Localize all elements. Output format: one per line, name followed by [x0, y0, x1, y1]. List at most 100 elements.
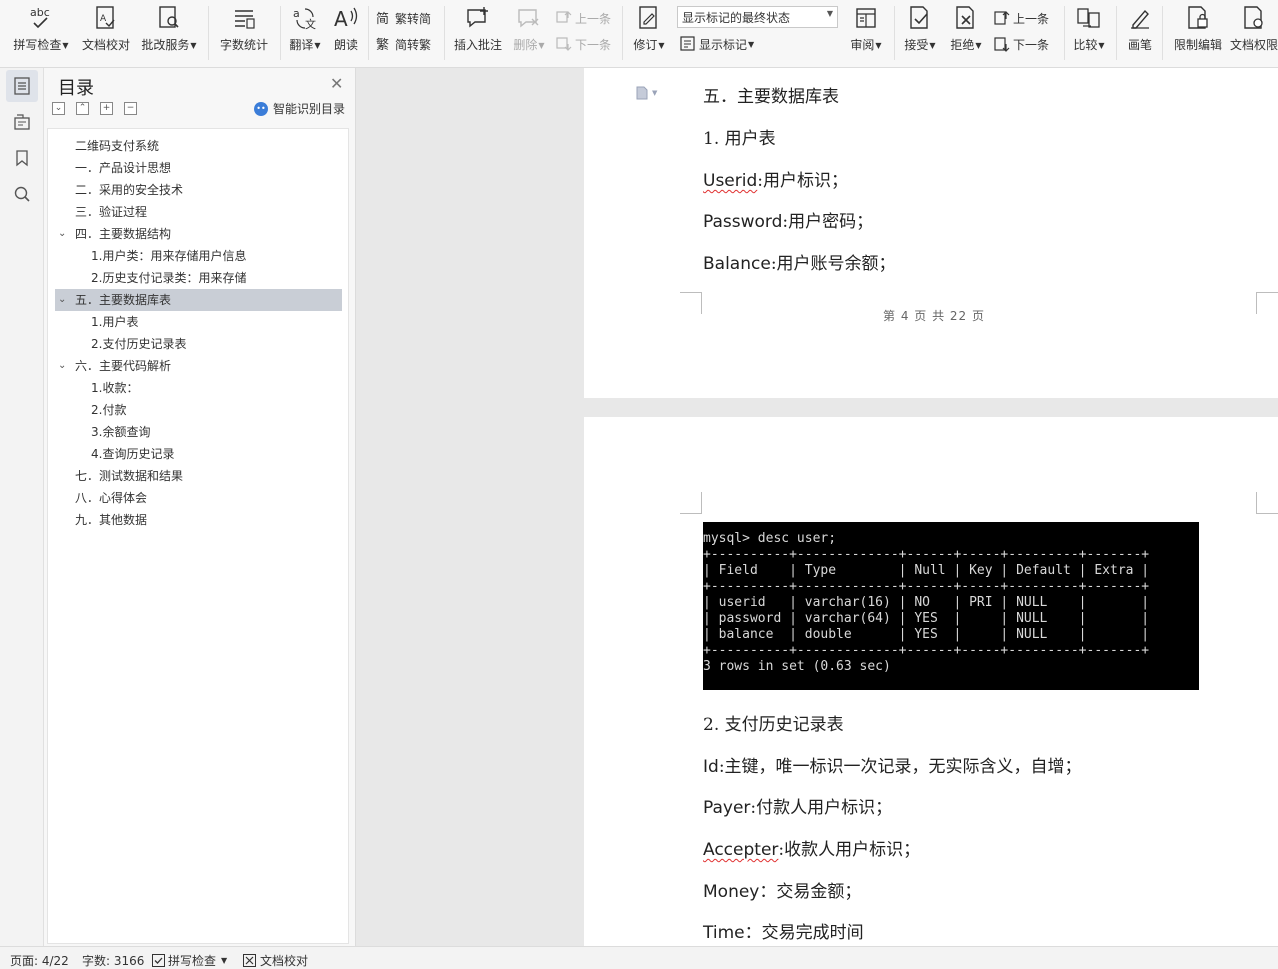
word-count-icon — [230, 4, 258, 32]
toc-item[interactable]: 1.收款： — [48, 377, 348, 399]
markup-state-value: 显示标记的最终状态 — [682, 11, 791, 25]
prev-change-button[interactable]: 上一条 — [994, 8, 1049, 28]
field-name: Time — [703, 923, 745, 943]
pen-label: 画笔 — [1127, 38, 1152, 52]
compare-button[interactable]: 比较▼ — [1070, 4, 1108, 58]
spell-check-button[interactable]: abc 拼写检查▼ — [10, 4, 72, 58]
markup-state-select[interactable]: 显示标记的最终状态 ▼ — [677, 6, 838, 28]
toc-list: 二维码支付系统 一．产品设计思想 二．采用的安全技术 三．验证过程 ⌄ 四．主要数据结构 1… — [47, 128, 349, 944]
chevron-down-icon[interactable]: ⌄ — [58, 355, 66, 377]
subheading: 2. 支付历史记录表 — [703, 715, 844, 735]
ribbon-divider — [444, 6, 445, 60]
reject-button[interactable]: 拒绝▼ — [946, 4, 986, 58]
toc-item-label: 八．心得体会 — [75, 491, 148, 505]
bookmark-pane-button[interactable] — [6, 142, 38, 174]
reject-icon — [952, 4, 980, 32]
insert-comment-button[interactable]: 插入批注 — [452, 4, 504, 58]
chevron-down-icon[interactable]: ⌄ — [58, 289, 66, 311]
toc-pane-button[interactable] — [6, 70, 38, 102]
collapse-all-icon[interactable]: ⌄ — [52, 102, 65, 115]
page-footer: 第 4 页 共 22 页 — [883, 309, 985, 323]
toc-item[interactable]: 七．测试数据和结果 — [48, 465, 348, 487]
remove-level-icon[interactable]: − — [124, 102, 137, 115]
word-count-button[interactable]: 字数统计 — [216, 4, 272, 58]
toc-item[interactable]: 二．采用的安全技术 — [48, 179, 348, 201]
chapter-pane-button[interactable] — [6, 106, 38, 138]
toc-item-label: 九．其他数据 — [75, 513, 148, 527]
toc-item[interactable]: ⌄ 四．主要数据结构 — [48, 223, 348, 245]
toc-item-label: 4.查询历史记录 — [91, 447, 175, 461]
simp-to-trad-button[interactable]: 繁 简转繁 — [376, 34, 431, 54]
insert-comment-icon — [464, 4, 492, 32]
checkbox-icon — [152, 954, 165, 967]
toc-item[interactable]: 2.付款 — [48, 399, 348, 421]
document-icon[interactable]: ▼ — [636, 86, 657, 100]
toc-item[interactable]: 4.查询历史记录 — [48, 443, 348, 465]
smart-toc-button[interactable]: •• 智能识别目录 — [254, 100, 345, 117]
field-name: Balance — [703, 254, 771, 274]
doc-proof-button[interactable]: A 文档校对 — [78, 4, 134, 58]
toc-item[interactable]: 2.历史支付记录类：用来存储 — [48, 267, 348, 289]
close-icon[interactable]: ✕ — [330, 74, 343, 93]
restrict-edit-button[interactable]: 限制编辑 — [1170, 4, 1226, 58]
toc-item[interactable]: ⌄ 六．主要代码解析 — [48, 355, 348, 377]
field-desc: :用户密码； — [782, 212, 874, 232]
ribbon-divider — [1064, 6, 1065, 60]
delete-comment-button[interactable]: 删除▼ — [510, 4, 548, 58]
toc-item-label: 2.付款 — [91, 403, 127, 417]
toc-item[interactable]: ⌄ 五．主要数据库表 — [55, 289, 342, 311]
show-markup-button[interactable]: 显示标记 ▼ — [680, 34, 754, 54]
add-level-icon[interactable]: + — [100, 102, 113, 115]
toc-item[interactable]: 二维码支付系统 — [48, 135, 348, 157]
terminal-line: | balance | double | YES | | NULL | | — [703, 627, 1150, 642]
trad-to-simp-label: 繁转简 — [395, 11, 432, 26]
trad-to-simp-button[interactable]: 简 繁转简 — [376, 8, 431, 28]
review-button[interactable]: 审阅▼ — [846, 4, 886, 58]
toc-item[interactable]: 一．产品设计思想 — [48, 157, 348, 179]
toc-item[interactable]: 1.用户类：用来存储用户信息 — [48, 245, 348, 267]
doc-rights-button[interactable]: 文档权限 — [1230, 4, 1278, 58]
status-bar: 页面: 4/22 字数: 3166 拼写检查 ▼ 文档校对 — [0, 946, 1278, 969]
field-name: Accepter — [703, 840, 779, 860]
svg-text:a: a — [293, 7, 300, 20]
status-doc-proof[interactable]: 文档校对 — [243, 952, 308, 969]
bookmark-icon — [16, 150, 28, 167]
toc-title: 目录 — [58, 78, 94, 99]
svg-text:A: A — [334, 7, 348, 31]
word-count-indicator[interactable]: 字数: 3166 — [82, 952, 144, 969]
chevron-down-icon[interactable]: ⌄ — [58, 223, 66, 245]
translate-button[interactable]: a文 翻译▼ — [286, 4, 324, 58]
next-comment-button[interactable]: 下一条 — [556, 34, 611, 54]
pen-button[interactable]: 画笔 — [1124, 4, 1156, 58]
toc-item[interactable]: 八．心得体会 — [48, 487, 348, 509]
ribbon-divider — [1116, 6, 1117, 60]
status-spell-check[interactable]: 拼写检查 ▼ — [152, 952, 227, 969]
field-line: Id:主键，唯一标识一次记录，无实际含义，自增； — [703, 752, 1082, 777]
prev-comment-button[interactable]: 上一条 — [556, 8, 611, 28]
expand-up-icon[interactable]: ⌃ — [76, 102, 89, 115]
toc-item-label: 1.用户类：用来存储用户信息 — [91, 249, 247, 263]
toc-item[interactable]: 1.用户表 — [48, 311, 348, 333]
accept-label: 接受 — [904, 38, 929, 52]
revise-service-button[interactable]: 批改服务▼ — [138, 4, 200, 58]
field-name: Id — [703, 757, 719, 777]
next-change-icon — [994, 37, 1010, 52]
toc-item[interactable]: 三．验证过程 — [48, 201, 348, 223]
reject-label: 拒绝 — [950, 38, 975, 52]
next-change-button[interactable]: 下一条 — [994, 34, 1049, 54]
page-indicator[interactable]: 页面: 4/22 — [10, 952, 69, 969]
review-label: 审阅 — [850, 38, 875, 52]
mysql-terminal-image: mysql> desc user; +----------+-----------… — [703, 522, 1199, 690]
toc-item[interactable]: 九．其他数据 — [48, 509, 348, 531]
field-line: Time：交易完成时间 — [703, 918, 864, 943]
field-desc: :收款人用户标识； — [778, 840, 921, 860]
translate-label: 翻译 — [289, 38, 314, 52]
toc-item[interactable]: 3.余额查询 — [48, 421, 348, 443]
toc-item[interactable]: 2.支付历史记录表 — [48, 333, 348, 355]
search-pane-button[interactable] — [6, 178, 38, 210]
track-changes-button[interactable]: 修订▼ — [630, 4, 668, 58]
document-canvas[interactable]: ▼ 五．主要数据库表 1. 用户表 Userid:用户标识； Password:… — [357, 68, 1278, 946]
svg-text:abc: abc — [30, 6, 50, 19]
read-aloud-button[interactable]: A 朗读 — [328, 4, 364, 58]
accept-button[interactable]: 接受▼ — [900, 4, 940, 58]
